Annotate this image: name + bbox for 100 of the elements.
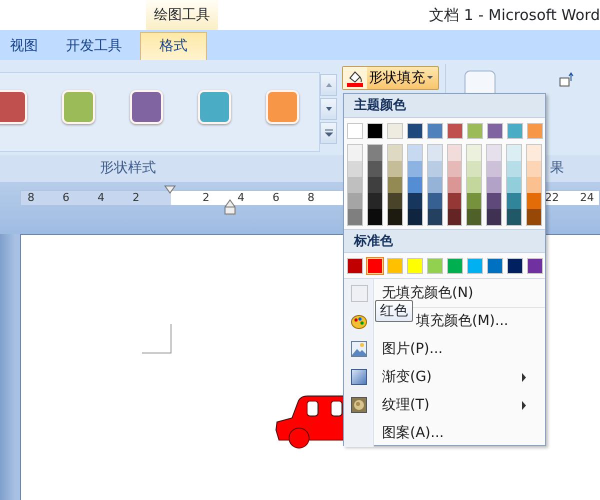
color-swatch[interactable] (448, 161, 462, 177)
ribbon-tab[interactable]: 开发工具 (56, 32, 132, 60)
shape-style-swatch[interactable] (266, 90, 299, 124)
color-swatch[interactable] (527, 161, 542, 177)
color-swatch[interactable] (407, 258, 423, 274)
menu-item[interactable]: 图片(P)... (344, 335, 545, 363)
color-swatch[interactable] (348, 161, 362, 177)
color-swatch[interactable] (408, 161, 422, 177)
color-swatch[interactable] (467, 193, 482, 209)
color-swatch[interactable] (487, 161, 502, 177)
color-swatch[interactable] (428, 209, 442, 225)
color-swatch[interactable] (408, 177, 422, 193)
color-swatch[interactable] (467, 258, 483, 274)
scroll-up-button[interactable] (320, 74, 337, 96)
color-swatch[interactable] (507, 123, 523, 139)
down-arrow-icon (324, 105, 332, 113)
color-swatch[interactable] (428, 161, 442, 177)
color-swatch[interactable] (467, 177, 482, 193)
color-swatch[interactable] (507, 161, 522, 177)
color-swatch[interactable] (388, 193, 402, 209)
color-swatch[interactable] (447, 123, 463, 139)
color-swatch[interactable] (487, 258, 503, 274)
ribbon-tab[interactable]: 视图 (0, 32, 48, 60)
bring-forward-icon (558, 72, 576, 88)
shape-style-swatch[interactable] (62, 90, 95, 124)
picture-icon (351, 341, 368, 358)
color-swatch[interactable] (368, 161, 382, 177)
color-swatch[interactable] (507, 258, 523, 274)
ruler-number: 2 (202, 191, 210, 205)
paint-bucket-icon (346, 69, 364, 87)
more-button[interactable] (320, 122, 337, 144)
color-swatch[interactable] (428, 145, 442, 161)
color-swatch[interactable] (387, 258, 403, 274)
color-swatch[interactable] (408, 209, 422, 225)
color-swatch[interactable] (427, 258, 443, 274)
color-swatch[interactable] (408, 145, 422, 161)
color-swatch[interactable] (428, 193, 442, 209)
color-swatch[interactable] (428, 177, 442, 193)
color-swatch[interactable] (368, 145, 382, 161)
color-swatch[interactable] (347, 123, 363, 139)
color-swatch[interactable] (387, 123, 403, 139)
color-swatch[interactable] (507, 209, 522, 225)
ruler-number: 8 (28, 191, 34, 205)
color-swatch[interactable] (368, 177, 382, 193)
color-swatch[interactable] (507, 177, 522, 193)
color-swatch[interactable] (448, 177, 462, 193)
color-swatch[interactable] (467, 161, 482, 177)
color-swatch[interactable] (388, 161, 402, 177)
ruler-number: 8 (308, 191, 314, 205)
color-swatch[interactable] (487, 177, 502, 193)
tooltip: 红色 (375, 300, 413, 322)
color-swatch[interactable] (507, 145, 522, 161)
color-swatch[interactable] (348, 145, 362, 161)
color-swatch[interactable] (348, 209, 362, 225)
color-swatch[interactable] (388, 209, 402, 225)
color-swatch[interactable] (388, 177, 402, 193)
color-swatch[interactable] (448, 145, 462, 161)
color-swatch[interactable] (467, 145, 482, 161)
color-swatch[interactable] (487, 123, 503, 139)
first-line-indent-marker (164, 185, 176, 194)
color-swatch[interactable] (427, 123, 443, 139)
shape-style-swatch[interactable] (0, 90, 27, 124)
color-swatch[interactable] (447, 258, 463, 274)
hanging-indent-marker (224, 199, 236, 215)
caret-icon (425, 75, 434, 81)
color-swatch[interactable] (388, 145, 402, 161)
color-swatch[interactable] (408, 193, 422, 209)
color-swatch[interactable] (487, 145, 502, 161)
color-swatch[interactable] (368, 193, 382, 209)
ruler-number: 4 (238, 191, 244, 205)
color-swatch[interactable] (527, 193, 542, 209)
menu-item[interactable]: 图案(A)... (344, 419, 545, 447)
color-swatch[interactable] (527, 145, 542, 161)
up-arrow-icon (324, 81, 332, 89)
color-swatch[interactable] (348, 193, 362, 209)
color-swatch[interactable] (368, 209, 382, 225)
scroll-down-button[interactable] (320, 98, 337, 120)
shape-fill-button[interactable]: 形状填充 (342, 66, 439, 90)
color-swatch[interactable] (367, 258, 383, 274)
color-swatch[interactable] (487, 209, 502, 225)
color-swatch[interactable] (507, 193, 522, 209)
shape-style-swatch[interactable] (130, 90, 163, 124)
color-swatch[interactable] (448, 209, 462, 225)
menu-item[interactable]: 渐变(G) (344, 363, 545, 391)
color-swatch[interactable] (527, 177, 542, 193)
color-swatch[interactable] (467, 123, 483, 139)
color-swatch[interactable] (348, 177, 362, 193)
color-swatch[interactable] (467, 209, 482, 225)
color-swatch[interactable] (367, 123, 383, 139)
menu-item[interactable]: 纹理(T) (344, 391, 545, 419)
section-header: 主题颜色 (344, 94, 545, 118)
color-swatch[interactable] (527, 123, 543, 139)
shape-style-swatch[interactable] (198, 90, 231, 124)
color-swatch[interactable] (448, 193, 462, 209)
color-swatch[interactable] (527, 258, 543, 274)
ribbon-tab[interactable]: 格式 (140, 32, 207, 60)
color-swatch[interactable] (527, 209, 542, 225)
color-swatch[interactable] (487, 193, 502, 209)
color-swatch[interactable] (407, 123, 423, 139)
color-swatch[interactable] (347, 258, 363, 274)
